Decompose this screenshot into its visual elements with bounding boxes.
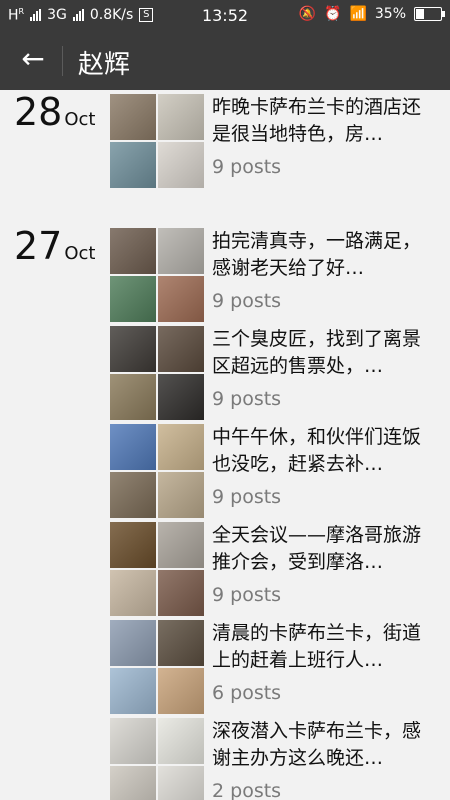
post-thumbnails[interactable] [110, 326, 204, 420]
post-thumbnail[interactable] [158, 424, 204, 470]
post-thumbnail[interactable] [158, 570, 204, 616]
post-thumbnail[interactable] [110, 570, 156, 616]
date-label: 28 Oct [14, 90, 95, 134]
post-count: 6 posts [212, 682, 282, 704]
date-month: Oct [64, 109, 96, 130]
status-right: 🔕 ⏰ 📶 35% [298, 6, 445, 22]
date-group: 28 Oct 昨晚卡萨布兰卡的酒店还是很当地特色，房… 9 posts [0, 90, 450, 198]
timeline-post[interactable]: 深夜潜入卡萨布兰卡，感谢主办方这么晚还… 2 posts [110, 718, 440, 800]
post-thumbnail[interactable] [158, 142, 204, 188]
timeline-post[interactable]: 全天会议——摩洛哥旅游推介会，受到摩洛… 9 posts [110, 522, 440, 616]
post-count: 2 posts [212, 780, 282, 800]
timeline-post[interactable]: 清晨的卡萨布兰卡，街道上的赶着上班行人… 6 posts [110, 620, 440, 714]
post-thumbnail[interactable] [110, 620, 156, 666]
post-text[interactable]: 全天会议——摩洛哥旅游推介会，受到摩洛… [212, 522, 437, 576]
timeline[interactable]: 28 Oct 昨晚卡萨布兰卡的酒店还是很当地特色，房… 9 posts 27 Oct 拍完清… [0, 90, 450, 800]
page-title: 赵辉 [78, 50, 131, 80]
mute-icon: 🔕 [298, 6, 316, 22]
timeline-post[interactable]: 昨晚卡萨布兰卡的酒店还是很当地特色，房… 9 posts [110, 94, 440, 188]
wifi-icon: 📶 [349, 6, 367, 22]
post-count: 9 posts [212, 156, 282, 178]
post-thumbnail[interactable] [110, 326, 156, 372]
post-thumbnail[interactable] [110, 228, 156, 274]
post-count: 9 posts [212, 388, 282, 410]
post-count: 9 posts [212, 290, 282, 312]
app-bar-divider [62, 46, 63, 76]
post-thumbnail[interactable] [110, 718, 156, 764]
post-thumbnail[interactable] [158, 374, 204, 420]
post-text[interactable]: 拍完清真寺，一路满足，感谢老天给了好… [212, 228, 437, 282]
timeline-post[interactable]: 拍完清真寺，一路满足，感谢老天给了好… 9 posts [110, 228, 440, 322]
post-thumbnail[interactable] [110, 766, 156, 800]
post-thumbnail[interactable] [158, 522, 204, 568]
date-month: Oct [64, 243, 96, 264]
post-text[interactable]: 清晨的卡萨布兰卡，街道上的赶着上班行人… [212, 620, 437, 674]
post-thumbnails[interactable] [110, 228, 204, 322]
post-thumbnail[interactable] [158, 668, 204, 714]
post-thumbnail[interactable] [158, 718, 204, 764]
post-thumbnail[interactable] [110, 94, 156, 140]
post-thumbnail[interactable] [110, 374, 156, 420]
post-thumbnail[interactable] [158, 620, 204, 666]
app-bar: ← 赵辉 [0, 32, 450, 90]
post-thumbnail[interactable] [110, 522, 156, 568]
status-bar: HR 3G 0.8K/s S 13:52 🔕 ⏰ 📶 35% [0, 0, 450, 32]
post-thumbnail[interactable] [110, 668, 156, 714]
timeline-post[interactable]: 三个臭皮匠，找到了离景区超远的售票处，… 9 posts [110, 326, 440, 420]
alarm-icon: ⏰ [324, 6, 342, 22]
post-thumbnail[interactable] [110, 142, 156, 188]
post-thumbnails[interactable] [110, 718, 204, 800]
post-thumbnail[interactable] [158, 472, 204, 518]
post-thumbnail[interactable] [110, 276, 156, 322]
post-thumbnails[interactable] [110, 94, 204, 188]
post-count: 9 posts [212, 486, 282, 508]
date-day: 27 [14, 224, 63, 268]
arrow-left-icon[interactable]: ← [18, 44, 48, 74]
post-thumbnail[interactable] [110, 424, 156, 470]
battery-percent: 35% [374, 6, 406, 22]
post-thumbnail[interactable] [158, 326, 204, 372]
post-thumbnail[interactable] [158, 228, 204, 274]
post-text[interactable]: 中午午休，和伙伴们连饭也没吃，赶紧去补… [212, 424, 437, 478]
post-thumbnail[interactable] [158, 766, 204, 800]
post-thumbnails[interactable] [110, 522, 204, 616]
post-thumbnail[interactable] [158, 276, 204, 322]
timeline-post[interactable]: 中午午休，和伙伴们连饭也没吃，赶紧去补… 9 posts [110, 424, 440, 518]
post-thumbnails[interactable] [110, 620, 204, 714]
post-thumbnails[interactable] [110, 424, 204, 518]
post-text[interactable]: 深夜潜入卡萨布兰卡，感谢主办方这么晚还… [212, 718, 437, 772]
date-group: 27 Oct 拍完清真寺，一路满足，感谢老天给了好… 9 posts 三个臭皮匠，找到了… [0, 224, 450, 800]
date-day: 28 [14, 90, 63, 134]
post-thumbnail[interactable] [158, 94, 204, 140]
post-count: 9 posts [212, 584, 282, 606]
battery-icon [414, 7, 445, 21]
post-text[interactable]: 昨晚卡萨布兰卡的酒店还是很当地特色，房… [212, 94, 437, 148]
date-label: 27 Oct [14, 224, 95, 268]
post-thumbnail[interactable] [110, 472, 156, 518]
post-text[interactable]: 三个臭皮匠，找到了离景区超远的售票处，… [212, 326, 437, 380]
